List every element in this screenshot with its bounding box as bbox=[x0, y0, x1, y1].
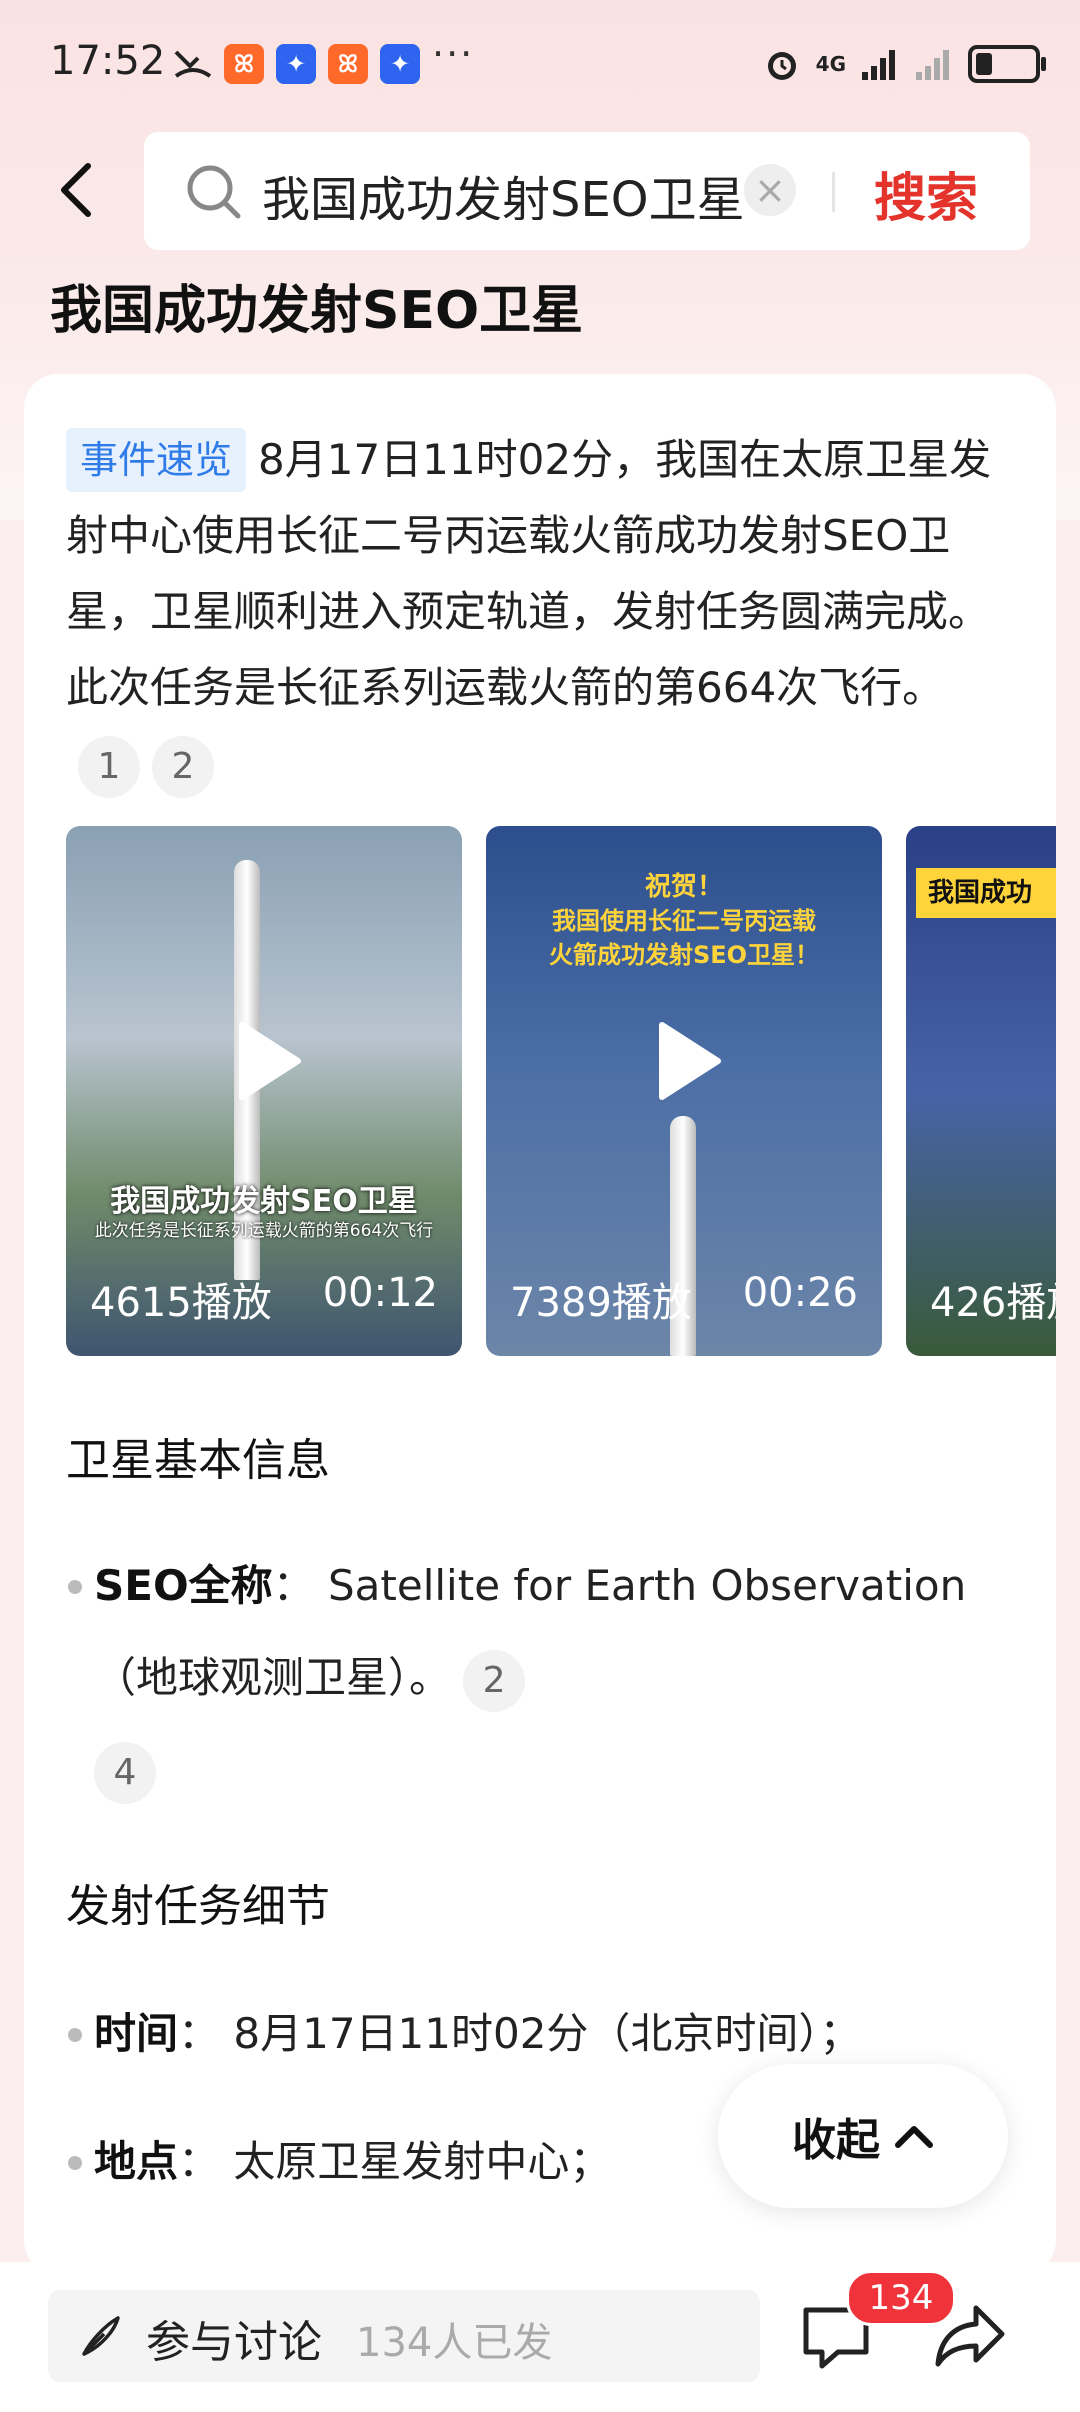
search-bar[interactable]: 我国成功发射SEO卫星 × 搜索 bbox=[144, 132, 1030, 250]
section-title: 卫星基本信息 bbox=[66, 1435, 330, 1486]
item-label: 时间 bbox=[94, 2009, 179, 2058]
app-notification-icon: ✦ bbox=[380, 44, 420, 84]
app-notification-icon: ꕤ bbox=[328, 44, 368, 84]
video-card[interactable]: 祝贺！ 我国使用长征二号丙运载火箭成功发射SEO卫星！ 7389播放 00:26 bbox=[486, 826, 882, 1356]
signal-icon bbox=[862, 50, 895, 80]
signal-icon-secondary bbox=[916, 50, 949, 80]
citation-button[interactable]: 2 bbox=[463, 1649, 526, 1712]
video-duration: 00:12 bbox=[322, 1270, 438, 1316]
divider bbox=[832, 172, 835, 212]
citation-button[interactable]: 1 bbox=[78, 735, 140, 798]
citation-button[interactable]: 4 bbox=[94, 1741, 156, 1804]
pen-icon bbox=[82, 2316, 120, 2356]
discuss-input[interactable]: 参与讨论 134人已发 bbox=[48, 2290, 760, 2382]
page-title: 我国成功发射SEO卫星 bbox=[50, 281, 584, 341]
video-carousel[interactable]: 我国成功发射SEO卫星 此次任务是长征系列运载火箭的第664次飞行 4615播放… bbox=[66, 826, 1056, 1356]
event-summary: 事件速览 8月17日11时02分，我国在太原卫星发射中心使用长征二号丙运载火箭成功… bbox=[66, 422, 1016, 802]
item-label: 地点 bbox=[94, 2137, 179, 2186]
event-tag: 事件速览 bbox=[66, 428, 247, 492]
clear-search-button[interactable]: × bbox=[744, 164, 796, 216]
video-card[interactable]: 我国成功发射SEO卫星 此次任务是长征系列运载火箭的第664次飞行 4615播放… bbox=[66, 826, 462, 1356]
video-plays: 4615播放 bbox=[90, 1280, 272, 1326]
bottom-bar: 参与讨论 134人已发 134 bbox=[0, 2262, 1080, 2412]
search-button[interactable]: 搜索 bbox=[874, 156, 978, 231]
item-value: 太原卫星发射中心； bbox=[233, 2137, 612, 2186]
more-notifications-icon: ··· bbox=[432, 32, 475, 76]
citation-button[interactable]: 2 bbox=[152, 735, 214, 798]
discuss-label: 参与讨论 bbox=[146, 2317, 322, 2368]
section-title: 发射任务细节 bbox=[66, 1881, 330, 1932]
video-caption: 我国成功 bbox=[916, 868, 1056, 918]
missed-call-icon bbox=[174, 50, 212, 78]
status-bar: 17:52 ꕤ ✦ ꕤ ✦ ··· 4G bbox=[0, 0, 1080, 130]
video-subcaption: 此次任务是长征系列运载火箭的第664次飞行 bbox=[94, 1221, 434, 1241]
video-plays: 426播放 bbox=[930, 1280, 1056, 1326]
share-icon[interactable] bbox=[932, 2302, 1008, 2372]
app-notification-icon: ꕤ bbox=[224, 44, 264, 84]
video-card[interactable]: 我国成功 426播放 bbox=[906, 826, 1056, 1356]
collapse-label: 收起 bbox=[792, 2115, 880, 2166]
result-card: 事件速览 8月17日11时02分，我国在太原卫星发射中心使用长征二号丙运载火箭成功… bbox=[24, 374, 1056, 2274]
video-plays: 7389播放 bbox=[510, 1280, 692, 1326]
collapse-button[interactable]: 收起 bbox=[718, 2064, 1008, 2208]
discuss-count: 134人已发 bbox=[356, 2320, 553, 2366]
play-icon bbox=[659, 1022, 721, 1100]
play-icon bbox=[239, 1022, 301, 1100]
video-caption: 我国使用长征二号丙运载火箭成功发射SEO卫星！ bbox=[548, 907, 820, 969]
video-caption: 我国成功发射SEO卫星 bbox=[110, 1184, 418, 1219]
item-label: SEO全称 bbox=[94, 1561, 273, 1610]
chevron-up-icon bbox=[895, 2126, 933, 2148]
video-duration: 00:26 bbox=[742, 1270, 858, 1316]
app-notification-icon: ✦ bbox=[276, 44, 316, 84]
video-caption-top: 祝贺！ bbox=[644, 872, 723, 902]
item-value: 8月17日11时02分（北京时间）； bbox=[233, 2009, 862, 2058]
list-item: SEO全称： Satellite for Earth Observation（地… bbox=[68, 1540, 970, 1816]
back-arrow-icon[interactable] bbox=[48, 160, 108, 220]
battery-icon bbox=[968, 45, 1046, 83]
search-icon bbox=[187, 165, 241, 219]
alarm-icon bbox=[767, 52, 796, 80]
network-type: 4G bbox=[815, 52, 846, 76]
status-time: 17:52 bbox=[50, 38, 166, 84]
